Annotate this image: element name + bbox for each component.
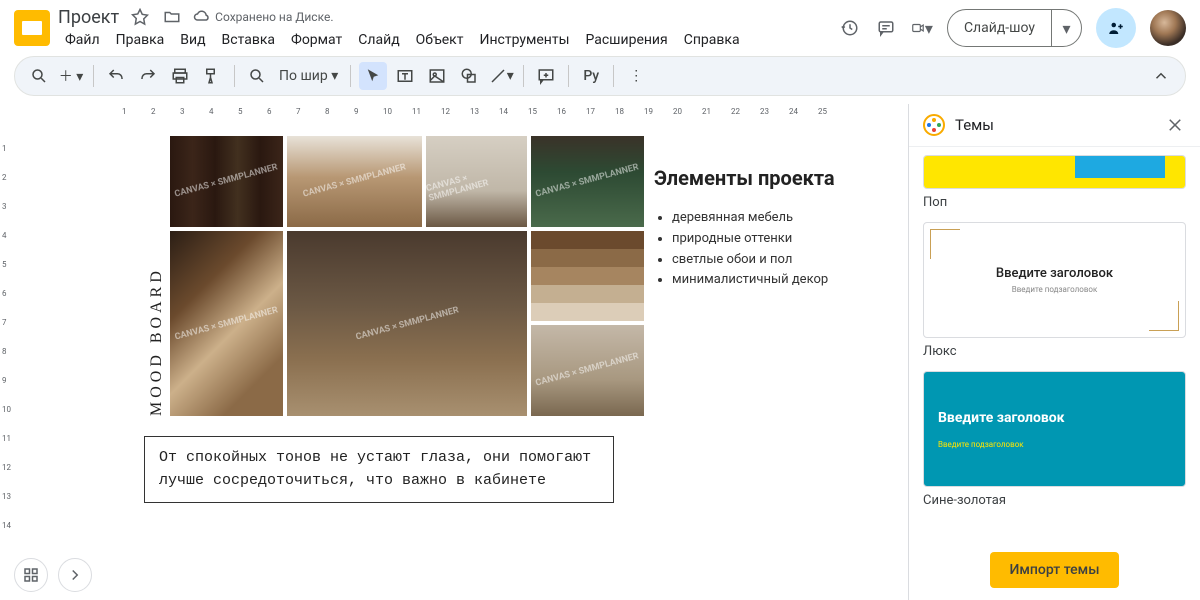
- themes-title: Темы: [955, 116, 994, 134]
- horizontal-ruler: 1234567891011121314151617181920212223242…: [22, 104, 908, 126]
- slide-text-content: Элементы проекта деревянная мебельприрод…: [654, 166, 864, 291]
- account-avatar[interactable]: [1150, 10, 1186, 46]
- paint-format-icon[interactable]: [198, 62, 226, 90]
- history-icon[interactable]: [839, 17, 861, 39]
- menu-tools[interactable]: Инструменты: [472, 30, 576, 50]
- moodboard-label: MOOD BOARD: [144, 136, 170, 416]
- new-slide-button[interactable]: ＋ ▾: [57, 62, 85, 90]
- cloud-icon: [193, 8, 211, 26]
- line-icon[interactable]: ▾: [487, 62, 515, 90]
- mood-image[interactable]: CANVAS × SMMPLANNER: [426, 136, 527, 227]
- mood-image[interactable]: CANVAS × SMMPLANNER: [170, 136, 283, 227]
- color-swatches[interactable]: [531, 231, 644, 322]
- collapse-toolbar-icon[interactable]: [1147, 62, 1175, 90]
- slide-heading[interactable]: Элементы проекта: [654, 166, 864, 190]
- slides-logo[interactable]: [14, 10, 50, 46]
- save-status: Сохранено на Диске.: [193, 8, 333, 26]
- slide-textbox[interactable]: От спокойных тонов не устают глаза, они …: [144, 436, 614, 503]
- mood-image[interactable]: CANVAS × SMMPLANNER: [531, 325, 644, 416]
- bottom-bar: [14, 558, 92, 592]
- canvas-area: 1234567891011121314151617181920212223242…: [22, 104, 908, 600]
- document-title[interactable]: Проект: [58, 7, 119, 28]
- grid-view-icon[interactable]: [14, 558, 48, 592]
- menu-slide[interactable]: Слайд: [351, 30, 406, 50]
- slide[interactable]: MOOD BOARD CANVAS × SMMPLANNER CANVAS × …: [144, 136, 874, 546]
- bullet-item: минималистичный декор: [672, 270, 864, 291]
- import-theme-button[interactable]: Импорт темы: [990, 552, 1120, 588]
- close-icon[interactable]: [1164, 114, 1186, 136]
- print-icon[interactable]: [166, 62, 194, 90]
- python-button[interactable]: Pу: [577, 62, 605, 90]
- menu-format[interactable]: Формат: [284, 30, 349, 50]
- slideshow-dropdown[interactable]: ▾: [1051, 10, 1081, 46]
- share-button[interactable]: [1096, 8, 1136, 48]
- slide-canvas[interactable]: MOOD BOARD CANVAS × SMMPLANNER CANVAS × …: [44, 126, 908, 600]
- undo-icon[interactable]: [102, 62, 130, 90]
- bullet-item: деревянная мебель: [672, 208, 864, 229]
- slideshow-main[interactable]: Слайд-шоу: [948, 10, 1051, 46]
- star-icon[interactable]: [129, 6, 151, 28]
- search-icon[interactable]: [25, 62, 53, 90]
- menu-bar: Файл Правка Вид Вставка Формат Слайд Объ…: [58, 30, 747, 50]
- vertical-ruler: 1234567891011121314: [0, 104, 22, 600]
- menu-extensions[interactable]: Расширения: [578, 30, 674, 50]
- comments-icon[interactable]: [875, 17, 897, 39]
- bullet-item: светлые обои и пол: [672, 250, 864, 271]
- toolbar: ＋ ▾ По шир ▾ ▾ Pу ⋮: [14, 56, 1186, 96]
- shape-icon[interactable]: [455, 62, 483, 90]
- redo-icon[interactable]: [134, 62, 162, 90]
- menu-file[interactable]: Файл: [58, 30, 107, 50]
- comment-add-icon[interactable]: [532, 62, 560, 90]
- zoom-icon[interactable]: [243, 62, 271, 90]
- main-area: 1234567891011121314 12345678910111213141…: [0, 104, 1200, 600]
- moodboard: MOOD BOARD CANVAS × SMMPLANNER CANVAS × …: [144, 136, 644, 416]
- mood-image[interactable]: CANVAS × SMMPLANNER: [531, 136, 644, 227]
- menu-insert[interactable]: Вставка: [215, 30, 282, 50]
- zoom-select[interactable]: По шир ▾: [275, 68, 342, 84]
- theme-card-pop[interactable]: Поп: [923, 155, 1186, 210]
- slideshow-button: Слайд-шоу ▾: [947, 9, 1082, 47]
- palette-icon: [923, 114, 945, 136]
- theme-card-lux[interactable]: Введите заголовок Введите подзаголовок Л…: [923, 222, 1186, 359]
- themes-panel: Темы Поп Введите заголовок Введите подза…: [908, 104, 1200, 600]
- bullet-item: природные оттенки: [672, 229, 864, 250]
- menu-help[interactable]: Справка: [677, 30, 747, 50]
- mood-image[interactable]: CANVAS × SMMPLANNER: [170, 231, 283, 416]
- textbox-icon[interactable]: [391, 62, 419, 90]
- menu-object[interactable]: Объект: [409, 30, 471, 50]
- menu-edit[interactable]: Правка: [109, 30, 172, 50]
- mood-image[interactable]: CANVAS × SMMPLANNER: [287, 136, 422, 227]
- move-folder-icon[interactable]: [161, 6, 183, 28]
- select-tool-icon[interactable]: [359, 62, 387, 90]
- expand-icon[interactable]: [58, 558, 92, 592]
- image-icon[interactable]: [423, 62, 451, 90]
- menu-view[interactable]: Вид: [173, 30, 212, 50]
- slide-bullet-list[interactable]: деревянная мебельприродные оттенкисветлы…: [654, 208, 864, 291]
- meet-icon[interactable]: ▾: [911, 17, 933, 39]
- more-icon[interactable]: ⋮: [622, 62, 650, 90]
- app-header: Проект Сохранено на Диске. Файл Правка В…: [0, 0, 1200, 56]
- theme-card-blue[interactable]: Введите заголовок Введите подзаголовок С…: [923, 371, 1186, 508]
- mood-image[interactable]: CANVAS × SMMPLANNER: [287, 231, 528, 416]
